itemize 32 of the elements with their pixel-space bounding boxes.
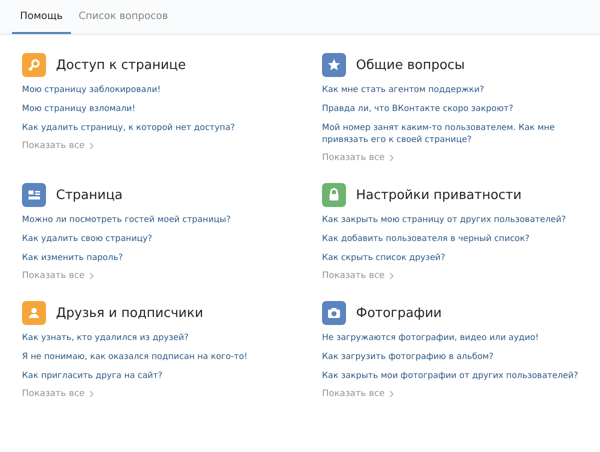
tab[interactable]: Список вопросов	[70, 0, 176, 34]
question-link[interactable]: Как загрузить фотографию в альбом?	[322, 351, 598, 363]
question-link[interactable]: Как скрыть список друзей?	[322, 252, 598, 264]
question-link[interactable]: Мою страницу взломали!	[22, 103, 298, 115]
question-link[interactable]: Как закрыть мои фотографии от других пользователей?	[322, 370, 598, 382]
chevron-icon	[388, 390, 394, 398]
question-link[interactable]: Как удалить свою страницу?	[22, 233, 298, 245]
chevron-icon	[88, 142, 94, 150]
question-link[interactable]: Мой номер занят каким-то пользователем. Как мне привязать его к своей странице?	[322, 122, 598, 146]
question-link[interactable]: Как изменить пароль?	[22, 252, 298, 264]
question-link[interactable]: Как узнать, кто удалился из друзей?	[22, 332, 298, 344]
chevron-icon	[88, 272, 94, 280]
chevron-icon	[388, 154, 394, 162]
question-link[interactable]: Можно ли посмотреть гостей моей страницы?	[22, 214, 298, 226]
question-link[interactable]: Не загружаются фотографии, видео или аудио!	[322, 332, 598, 344]
chevron-icon	[88, 390, 94, 398]
section-title: Фотографии	[356, 306, 442, 320]
question-link[interactable]: Как мне стать агентом поддержки?	[322, 84, 598, 96]
question-link[interactable]: Я не понимаю, как оказался подписан на кого-то!	[22, 351, 298, 363]
question-link[interactable]: Правда ли, что ВКонтакте скоро закроют?	[322, 103, 598, 115]
question-link[interactable]: Мою страницу заблокировали!	[22, 84, 298, 96]
question-link[interactable]: Как добавить пользователя в черный список?	[322, 233, 598, 245]
tab[interactable]: Помощь	[12, 0, 71, 34]
section-title: Доступ к странице	[56, 58, 186, 72]
section-title: Друзья и подписчики	[56, 306, 204, 320]
section-title: Общие вопросы	[356, 58, 465, 72]
question-link[interactable]: Как удалить страницу, к которой нет доступа?	[22, 122, 298, 134]
question-link[interactable]: Как пригласить друга на сайт?	[22, 370, 298, 382]
section-title: Страница	[56, 188, 123, 202]
question-link[interactable]: Как закрыть мою страницу от других пользователей?	[322, 214, 598, 226]
chevron-icon	[388, 272, 394, 280]
section-title: Настройки приватности	[356, 188, 522, 202]
